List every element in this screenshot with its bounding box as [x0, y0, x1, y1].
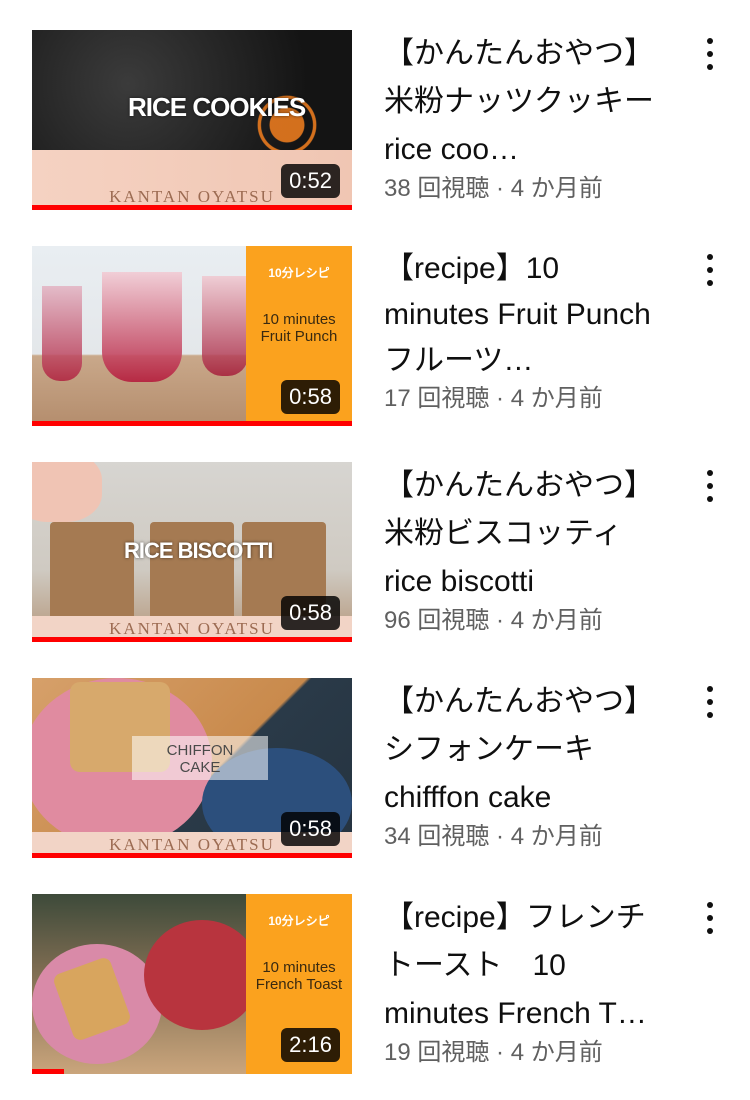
watch-progress-bar — [32, 421, 352, 426]
video-thumbnail[interactable]: RICE BISCOTTI KANTAN OYATSU 0:58 — [32, 462, 352, 642]
video-title[interactable]: 【recipe】10 minutes Fruit Punch フルーツ… — [384, 246, 664, 384]
thumbnail-cup — [150, 522, 234, 622]
video-meta: 38 回視聴 · 4 か月前 — [384, 175, 603, 202]
more-options-icon[interactable] — [696, 466, 724, 506]
video-meta: 96 回視聴 · 4 か月前 — [384, 607, 603, 634]
video-duration: 0:52 — [281, 164, 340, 198]
video-meta: 17 回視聴 · 4 か月前 — [384, 385, 603, 412]
video-thumbnail[interactable]: CHIFFON CAKE KANTAN OYATSU 0:58 — [32, 678, 352, 858]
thumbnail-plate — [144, 920, 260, 1030]
video-list-item[interactable]: 10分レシピ 10 minutes Fruit Punch 0:58 【reci… — [0, 246, 750, 446]
video-info[interactable]: 【かんたんおやつ】米粉ビスコッティ rice biscotti 96 回視聴 ·… — [384, 462, 664, 635]
more-options-icon[interactable] — [696, 250, 724, 290]
thumbnail-text: 10 minutes French Toast — [255, 959, 343, 993]
video-duration: 0:58 — [281, 596, 340, 630]
thumbnail-tag: 10分レシピ — [268, 914, 330, 928]
video-list-item[interactable]: 10分レシピ 10 minutes French Toast 2:16 【rec… — [0, 894, 750, 1094]
thumbnail-pink-shape — [32, 462, 102, 522]
video-title[interactable]: 【かんたんおやつ】米粉ナッツクッキー rice coo… — [384, 30, 664, 174]
video-title[interactable]: 【recipe】フレンチトースト 10 minutes French T… — [384, 894, 664, 1038]
watch-progress-bar — [32, 637, 352, 642]
video-thumbnail[interactable]: 10分レシピ 10 minutes Fruit Punch 0:58 — [32, 246, 352, 426]
video-duration: 0:58 — [281, 812, 340, 846]
video-info[interactable]: 【かんたんおやつ】シフォンケーキ chifffon cake 34 回視聴 · … — [384, 678, 664, 851]
more-options-icon[interactable] — [696, 682, 724, 722]
thumbnail-headline: RICE BISCOTTI — [124, 538, 273, 563]
thumbnail-text: 10 minutes Fruit Punch — [260, 311, 338, 345]
video-info[interactable]: 【かんたんおやつ】米粉ナッツクッキー rice coo… 38 回視聴 · 4 … — [384, 30, 664, 203]
video-duration: 2:16 — [281, 1028, 340, 1062]
watch-progress-bar — [32, 205, 352, 210]
video-title[interactable]: 【かんたんおやつ】シフォンケーキ chifffon cake — [384, 678, 664, 822]
thumbnail-glass — [102, 272, 182, 382]
watch-progress-bar — [32, 853, 352, 858]
video-thumbnail[interactable]: 10分レシピ 10 minutes French Toast 2:16 — [32, 894, 352, 1074]
video-list-item[interactable]: RICE BISCOTTI KANTAN OYATSU 0:58 【かんたんおや… — [0, 462, 750, 662]
video-meta: 34 回視聴 · 4 か月前 — [384, 823, 603, 850]
thumbnail-headline: CHIFFON CAKE — [166, 742, 234, 776]
video-info[interactable]: 【recipe】10 minutes Fruit Punch フルーツ… 17 … — [384, 246, 664, 413]
more-options-icon[interactable] — [696, 34, 724, 74]
thumbnail-headline: RICE COOKIES — [128, 92, 306, 122]
video-duration: 0:58 — [281, 380, 340, 414]
video-title[interactable]: 【かんたんおやつ】米粉ビスコッティ rice biscotti — [384, 462, 664, 606]
video-thumbnail[interactable]: RICE COOKIES KANTAN OYATSU 0:52 — [32, 30, 352, 210]
thumbnail-glass — [202, 276, 248, 376]
watch-progress-bar — [32, 1069, 64, 1074]
thumbnail-glass — [42, 286, 82, 381]
thumbnail-cup — [50, 522, 134, 622]
thumbnail-tag: 10分レシピ — [268, 266, 330, 280]
video-list-item[interactable]: RICE COOKIES KANTAN OYATSU 0:52 【かんたんおやつ… — [0, 30, 750, 230]
more-options-icon[interactable] — [696, 898, 724, 938]
video-list-item[interactable]: CHIFFON CAKE KANTAN OYATSU 0:58 【かんたんおやつ… — [0, 678, 750, 878]
video-info[interactable]: 【recipe】フレンチトースト 10 minutes French T… 19… — [384, 894, 664, 1067]
